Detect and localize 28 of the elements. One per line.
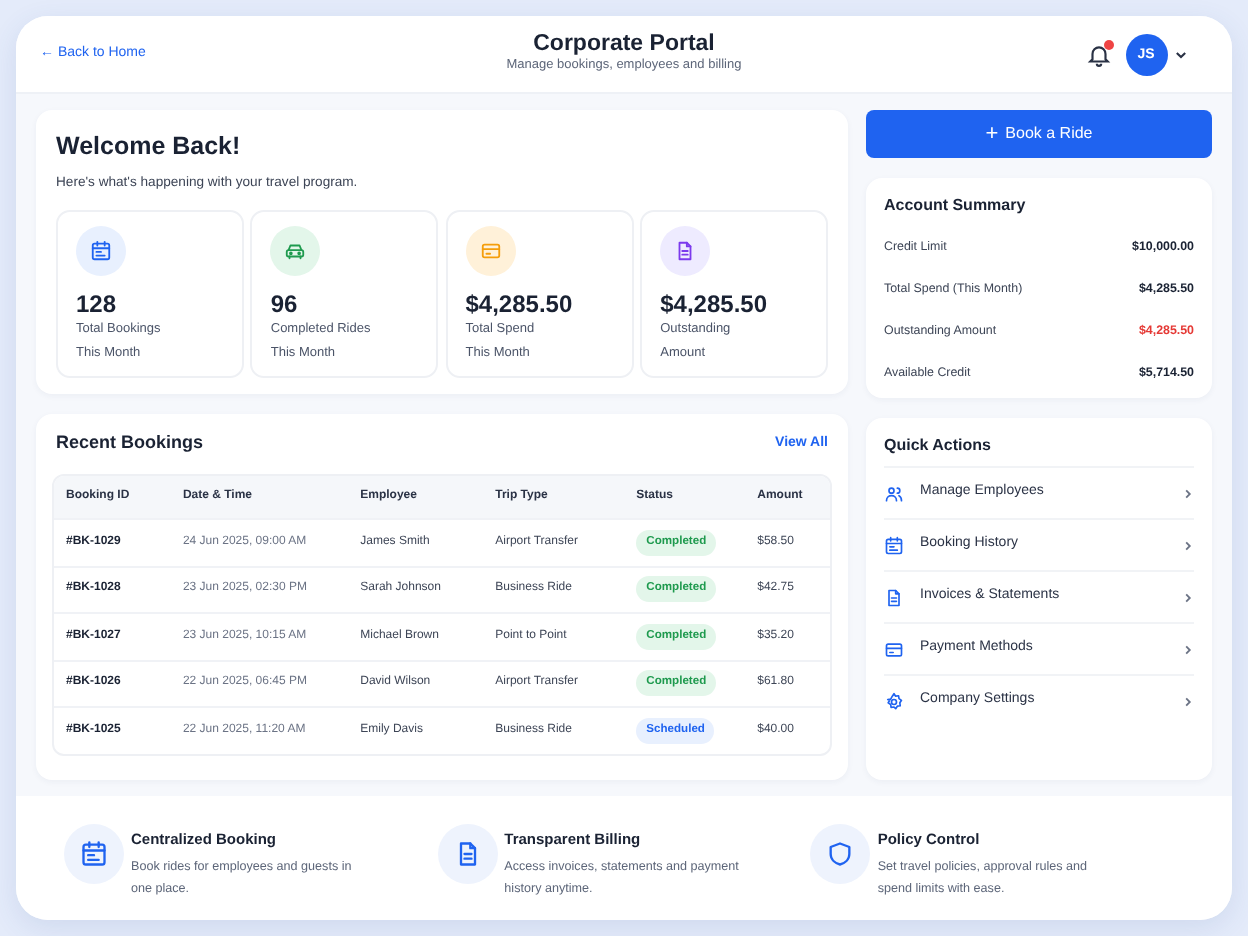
stat-value: $4,285.50 (660, 289, 770, 319)
chevron-right-icon (1182, 591, 1194, 603)
stat-value: 96 (270, 289, 300, 319)
book-ride-button[interactable]: + Book a Ride (866, 110, 1212, 158)
chevron-down-icon[interactable] (1174, 47, 1188, 61)
car-icon (284, 239, 307, 262)
shield-icon (826, 840, 855, 868)
section-title: Recent Bookings (56, 430, 204, 456)
chevron-right-icon (1182, 695, 1194, 707)
people-icon (884, 483, 904, 503)
chevron-right-icon (1182, 539, 1194, 551)
gear-icon (884, 691, 904, 711)
document-icon (674, 239, 697, 262)
stat-value: $4,285.50 (465, 289, 575, 319)
card-icon (884, 639, 904, 659)
calendar-icon (884, 535, 904, 555)
page-title: Corporate Portal (531, 31, 717, 57)
section-title: Account Summary (884, 194, 1028, 218)
document-icon (884, 587, 904, 607)
calendar-icon (80, 840, 108, 868)
section-title: Quick Actions (884, 434, 993, 458)
chevron-right-icon (1182, 643, 1194, 655)
bell-icon[interactable] (1085, 41, 1111, 67)
calendar-icon (90, 239, 112, 262)
welcome-title: Welcome Back! (56, 130, 243, 164)
chevron-right-icon (1182, 487, 1194, 499)
card-icon (479, 239, 502, 262)
stat-value: 128 (76, 289, 119, 319)
